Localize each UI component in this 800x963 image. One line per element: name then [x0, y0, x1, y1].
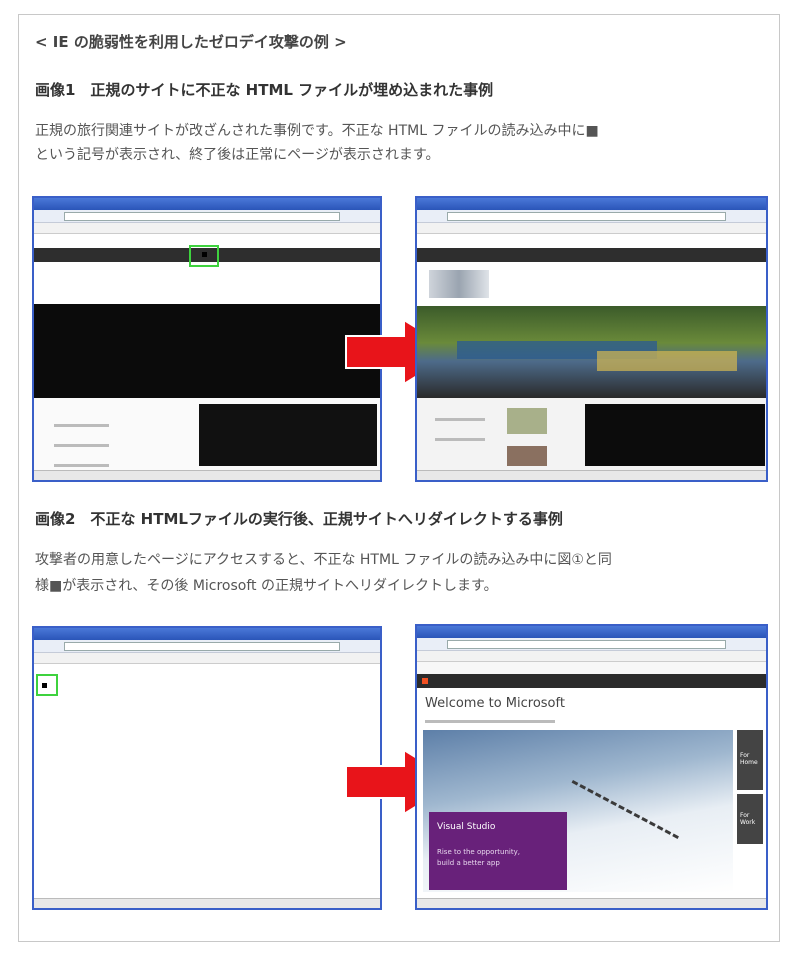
ms-side-tile-work: For Work: [737, 794, 763, 844]
ms-welcome-title: Welcome to Microsoft: [425, 696, 565, 711]
microsoft-logo-icon: [422, 678, 428, 684]
side-tile-home-label: For Home: [740, 752, 758, 766]
section2-line1: 攻撃者の用意したページにアクセスすると、不正な HTML ファイルの読み込み中に…: [35, 552, 612, 568]
screenshot-microsoft-site: Welcome to Microsoft Visual Studio Rise …: [415, 624, 768, 910]
ms-hero-image: Visual Studio Rise to the opportunity, b…: [423, 730, 733, 908]
address-bar: [417, 210, 766, 223]
section2-line2: 様■が表示され、その後 Microsoft の正規サイトへリダイレクトします。: [35, 578, 498, 594]
site-hero-image: [417, 306, 766, 398]
status-bar: [417, 470, 766, 480]
command-bar: [34, 223, 380, 234]
command-bar: [417, 223, 766, 234]
ms-topbar: [417, 674, 766, 688]
side-tile-work-label: For Work: [740, 812, 756, 826]
address-bar: [417, 638, 766, 651]
window-titlebar: [34, 628, 380, 640]
black-square-icon: [202, 252, 207, 257]
ms-nav: [425, 720, 555, 723]
section1-line2: という記号が表示され、終了後は正常にページが表示されます。: [35, 147, 440, 163]
window-titlebar: [34, 198, 380, 210]
vs-tagline-2: build a better app: [437, 859, 500, 867]
section1-line1: 正規の旅行関連サイトが改ざんされた事例です。不正な HTML ファイルの読み込み…: [35, 123, 599, 139]
screenshot-travel-loading: [32, 196, 382, 482]
address-bar: [34, 210, 380, 223]
vs-tagline-1: Rise to the opportunity,: [437, 848, 520, 856]
highlight-marker: [36, 674, 58, 696]
site-body: [34, 398, 380, 471]
site-logo: [429, 270, 489, 298]
section1-title: 画像1 正規のサイトに不正な HTML ファイルが埋め込まれた事例: [35, 81, 494, 99]
vs-title: Visual Studio: [437, 822, 496, 832]
page-heading: < IE の脆弱性を利用したゼロデイ攻撃の例 >: [35, 33, 347, 51]
screenshot-travel-normal: [415, 196, 768, 482]
address-bar: [34, 640, 380, 653]
status-bar: [34, 898, 380, 908]
status-bar: [34, 470, 380, 480]
site-hero-blank: [34, 304, 380, 398]
black-square-icon: [42, 683, 47, 688]
status-bar: [417, 898, 766, 908]
window-titlebar: [417, 626, 766, 638]
screenshot-attacker-loading: [32, 626, 382, 910]
highlight-marker: [189, 245, 219, 267]
window-titlebar: [417, 198, 766, 210]
section2-title: 画像2 不正な HTMLファイルの実行後、正規サイトへリダイレクトする事例: [35, 510, 563, 528]
command-bar: [417, 651, 766, 662]
command-bar: [34, 653, 380, 664]
vs-promo-tile: Visual Studio Rise to the opportunity, b…: [429, 812, 567, 890]
ms-side-tile-home: For Home: [737, 730, 763, 790]
